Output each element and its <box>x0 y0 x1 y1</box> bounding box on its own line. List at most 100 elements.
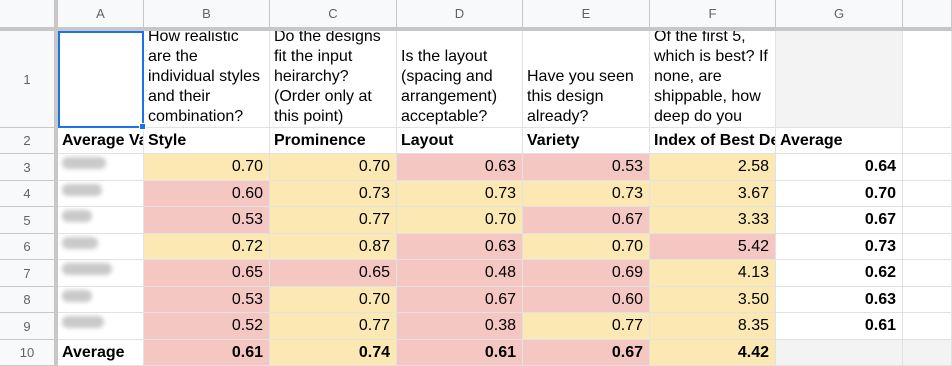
cell-c7[interactable]: 0.65 <box>270 260 397 287</box>
cell-h1[interactable] <box>903 31 952 128</box>
row-header-9[interactable]: 9 <box>0 313 58 340</box>
row-header-10[interactable]: 10 <box>0 340 58 366</box>
cell-d4[interactable]: 0.73 <box>397 181 523 207</box>
cell-e4[interactable]: 0.73 <box>523 181 650 207</box>
cell-g10[interactable] <box>776 340 903 366</box>
cell-f10-average[interactable]: 4.42 <box>650 340 776 366</box>
cell-b8[interactable]: 0.53 <box>144 287 270 313</box>
cell-a9-redacted[interactable] <box>58 313 144 340</box>
cell-a6-redacted[interactable] <box>58 234 144 260</box>
cell-c3[interactable]: 0.70 <box>270 154 397 181</box>
cell-g3[interactable]: 0.64 <box>776 154 903 181</box>
cell-g4[interactable]: 0.70 <box>776 181 903 207</box>
cell-b10-average[interactable]: 0.61 <box>144 340 270 366</box>
column-header-c[interactable]: C <box>270 0 397 31</box>
cell-f3[interactable]: 2.58 <box>650 154 776 181</box>
cell-e6[interactable]: 0.70 <box>523 234 650 260</box>
cell-d8[interactable]: 0.67 <box>397 287 523 313</box>
cell-g2-header[interactable]: Average <box>776 128 903 154</box>
row-header-3[interactable]: 3 <box>0 154 58 181</box>
cell-h9[interactable] <box>903 313 952 340</box>
cell-a2-header[interactable]: Average Va <box>58 128 144 154</box>
row-header-6[interactable]: 6 <box>0 234 58 260</box>
column-header-f[interactable]: F <box>650 0 776 31</box>
row-header-4[interactable]: 4 <box>0 181 58 207</box>
row-header-5[interactable]: 5 <box>0 207 58 234</box>
cell-a3-redacted[interactable] <box>58 154 144 181</box>
cell-b3[interactable]: 0.70 <box>144 154 270 181</box>
cell-f4[interactable]: 3.67 <box>650 181 776 207</box>
cell-e8[interactable]: 0.60 <box>523 287 650 313</box>
cell-h3[interactable] <box>903 154 952 181</box>
cell-f9[interactable]: 8.35 <box>650 313 776 340</box>
cell-e7[interactable]: 0.69 <box>523 260 650 287</box>
cell-b2-header[interactable]: Style <box>144 128 270 154</box>
cell-f6[interactable]: 5.42 <box>650 234 776 260</box>
cell-a1[interactable] <box>58 31 144 128</box>
redacted-name <box>62 290 92 302</box>
cell-g8[interactable]: 0.63 <box>776 287 903 313</box>
column-header-g[interactable]: G <box>776 0 903 31</box>
cell-c2-header[interactable]: Prominence <box>270 128 397 154</box>
cell-c5[interactable]: 0.77 <box>270 207 397 234</box>
column-header-d[interactable]: D <box>397 0 523 31</box>
cell-e2-header[interactable]: Variety <box>523 128 650 154</box>
cell-f5[interactable]: 3.33 <box>650 207 776 234</box>
cell-b4[interactable]: 0.60 <box>144 181 270 207</box>
cell-g9[interactable]: 0.61 <box>776 313 903 340</box>
column-header-a[interactable]: A <box>58 0 144 31</box>
cell-g1[interactable] <box>776 31 903 128</box>
cell-g7[interactable]: 0.62 <box>776 260 903 287</box>
cell-g5[interactable]: 0.67 <box>776 207 903 234</box>
cell-b6[interactable]: 0.72 <box>144 234 270 260</box>
column-header-e[interactable]: E <box>523 0 650 31</box>
cell-d3[interactable]: 0.63 <box>397 154 523 181</box>
cell-h10[interactable] <box>903 340 952 366</box>
cell-h8[interactable] <box>903 287 952 313</box>
cell-b9[interactable]: 0.52 <box>144 313 270 340</box>
cell-h4[interactable] <box>903 181 952 207</box>
cell-h2[interactable] <box>903 128 952 154</box>
cell-g6[interactable]: 0.73 <box>776 234 903 260</box>
cell-e1-question[interactable]: Have you seen this design already? <box>523 31 650 128</box>
column-header-b[interactable]: B <box>144 0 270 31</box>
cell-a4-redacted[interactable] <box>58 181 144 207</box>
cell-c9[interactable]: 0.77 <box>270 313 397 340</box>
cell-c10-average[interactable]: 0.74 <box>270 340 397 366</box>
select-all-corner[interactable] <box>0 0 58 31</box>
cell-c4[interactable]: 0.73 <box>270 181 397 207</box>
cell-e9[interactable]: 0.77 <box>523 313 650 340</box>
cell-d5[interactable]: 0.70 <box>397 207 523 234</box>
cell-e10-average[interactable]: 0.67 <box>523 340 650 366</box>
cell-f7[interactable]: 4.13 <box>650 260 776 287</box>
cell-f2-header[interactable]: Index of Best De <box>650 128 776 154</box>
cell-e3[interactable]: 0.53 <box>523 154 650 181</box>
cell-b5[interactable]: 0.53 <box>144 207 270 234</box>
cell-h6[interactable] <box>903 234 952 260</box>
cell-h7[interactable] <box>903 260 952 287</box>
cell-e5[interactable]: 0.67 <box>523 207 650 234</box>
cell-c6[interactable]: 0.87 <box>270 234 397 260</box>
cell-d9[interactable]: 0.38 <box>397 313 523 340</box>
cell-c8[interactable]: 0.70 <box>270 287 397 313</box>
cell-a7-redacted[interactable] <box>58 260 144 287</box>
cell-a10-label[interactable]: Average <box>58 340 144 366</box>
cell-h5[interactable] <box>903 207 952 234</box>
cell-d1-question[interactable]: Is the layout (spacing and arrangement) … <box>397 31 523 128</box>
row-header-2[interactable]: 2 <box>0 128 58 154</box>
cell-c1-question[interactable]: Do the designs fit the input heirarchy? … <box>270 31 397 128</box>
cell-d6[interactable]: 0.63 <box>397 234 523 260</box>
cell-a8-redacted[interactable] <box>58 287 144 313</box>
cell-f1-question[interactable]: Of the first 5, which is best? If none, … <box>650 31 776 128</box>
cell-b1-question[interactable]: How realistic are the individual styles … <box>144 31 270 128</box>
row-header-8[interactable]: 8 <box>0 287 58 313</box>
cell-f8[interactable]: 3.50 <box>650 287 776 313</box>
cell-a5-redacted[interactable] <box>58 207 144 234</box>
row-header-7[interactable]: 7 <box>0 260 58 287</box>
cell-d10-average[interactable]: 0.61 <box>397 340 523 366</box>
row-header-1[interactable]: 1 <box>0 31 58 128</box>
cell-d7[interactable]: 0.48 <box>397 260 523 287</box>
fill-handle[interactable] <box>139 123 146 130</box>
cell-b7[interactable]: 0.65 <box>144 260 270 287</box>
cell-d2-header[interactable]: Layout <box>397 128 523 154</box>
